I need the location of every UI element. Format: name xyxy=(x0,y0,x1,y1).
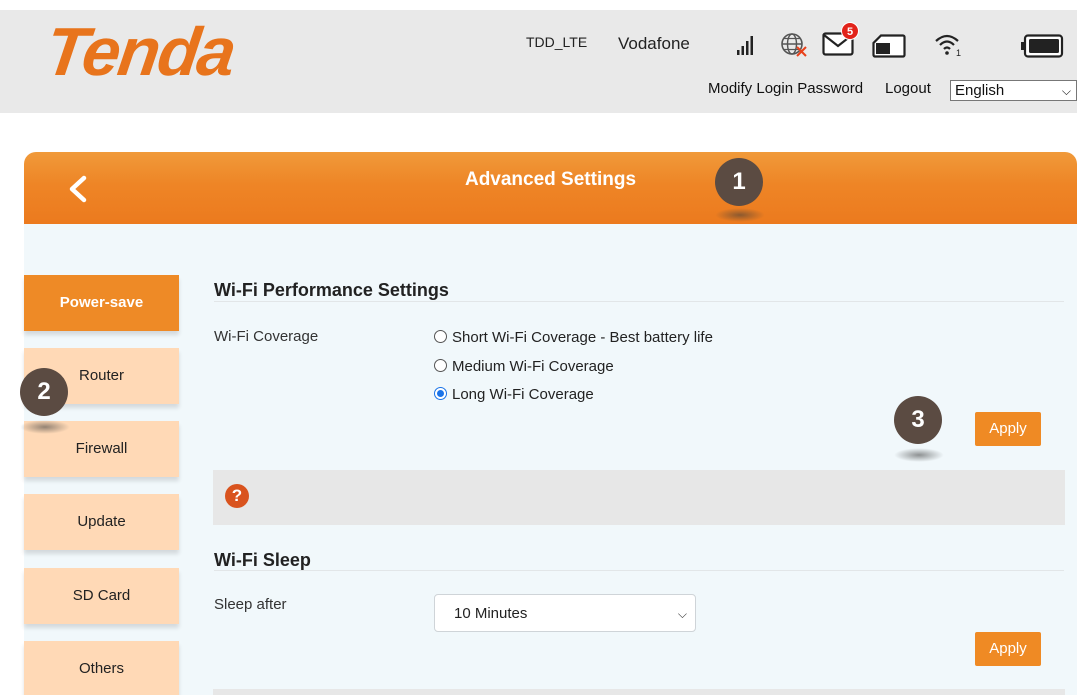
step-marker-1: 1 xyxy=(715,158,763,206)
radio-button[interactable] xyxy=(434,330,447,343)
radio-button-checked[interactable] xyxy=(434,387,447,400)
wifi-sleep-title: Wi-Fi Sleep xyxy=(214,550,311,570)
marker-shadow xyxy=(715,208,765,222)
radio-medium-coverage[interactable]: Medium Wi-Fi Coverage xyxy=(434,358,614,375)
radio-label: Long Wi-Fi Coverage xyxy=(452,386,594,403)
sleep-after-select[interactable]: 10 Minutes ⌵ xyxy=(434,594,696,632)
network-type: TDD_LTE xyxy=(526,34,588,50)
sidebar-item-update[interactable]: Update xyxy=(24,494,179,550)
language-select[interactable]: English ⌵ xyxy=(950,80,1077,101)
wifi-performance-title: Wi-Fi Performance Settings xyxy=(214,280,449,300)
sidebar-item-others[interactable]: Others xyxy=(24,641,179,695)
section-divider xyxy=(214,301,1064,302)
title-bar: Advanced Settings xyxy=(24,152,1077,224)
radio-label: Short Wi-Fi Coverage - Best battery life xyxy=(452,329,713,346)
marker-shadow xyxy=(894,448,944,462)
step-marker-2: 2 xyxy=(20,368,68,416)
apply-button-coverage[interactable]: Apply xyxy=(975,412,1041,446)
battery-icon xyxy=(1021,34,1064,58)
sleep-after-value: 10 Minutes xyxy=(454,605,528,622)
language-value: English xyxy=(955,82,1005,99)
section-divider xyxy=(214,570,1064,571)
help-bar-bottom xyxy=(213,689,1065,695)
help-bar: ? xyxy=(213,470,1065,525)
radio-short-coverage[interactable]: Short Wi-Fi Coverage - Best battery life xyxy=(434,329,713,346)
globe-disconnected-icon xyxy=(781,33,807,57)
operator-name: Vodafone xyxy=(618,34,690,53)
message-count-badge: 5 xyxy=(841,22,859,40)
help-icon[interactable]: ? xyxy=(225,484,249,508)
wifi-icon: 1 xyxy=(935,34,961,58)
radio-long-coverage[interactable]: Long Wi-Fi Coverage xyxy=(434,386,594,403)
step-marker-3: 3 xyxy=(894,396,942,444)
sleep-after-label: Sleep after xyxy=(214,596,287,613)
radio-label: Medium Wi-Fi Coverage xyxy=(452,358,614,375)
mail-button[interactable]: 5 xyxy=(822,22,866,58)
page: Tenda TDD_LTE Vodafone 5 1 Modify Login … xyxy=(0,0,1077,695)
tenda-logo: Tenda xyxy=(40,14,240,90)
header: Tenda TDD_LTE Vodafone 5 1 Modify Login … xyxy=(0,10,1077,113)
logout-link[interactable]: Logout xyxy=(885,80,931,97)
wifi-coverage-label: Wi-Fi Coverage xyxy=(214,328,319,345)
signal-icon xyxy=(737,36,753,55)
sim-card-icon xyxy=(872,34,906,58)
chevron-down-icon: ⌵ xyxy=(677,607,687,621)
apply-button-sleep[interactable]: Apply xyxy=(975,632,1041,666)
sidebar-item-power-save[interactable]: Power-save xyxy=(24,275,179,331)
chevron-down-icon: ⌵ xyxy=(1061,84,1071,98)
modify-password-link[interactable]: Modify Login Password xyxy=(708,80,863,97)
svg-text:1: 1 xyxy=(956,48,961,58)
radio-button[interactable] xyxy=(434,359,447,372)
marker-shadow xyxy=(20,420,70,434)
page-title: Advanced Settings xyxy=(464,169,637,190)
sidebar-item-sd-card[interactable]: SD Card xyxy=(24,568,179,624)
